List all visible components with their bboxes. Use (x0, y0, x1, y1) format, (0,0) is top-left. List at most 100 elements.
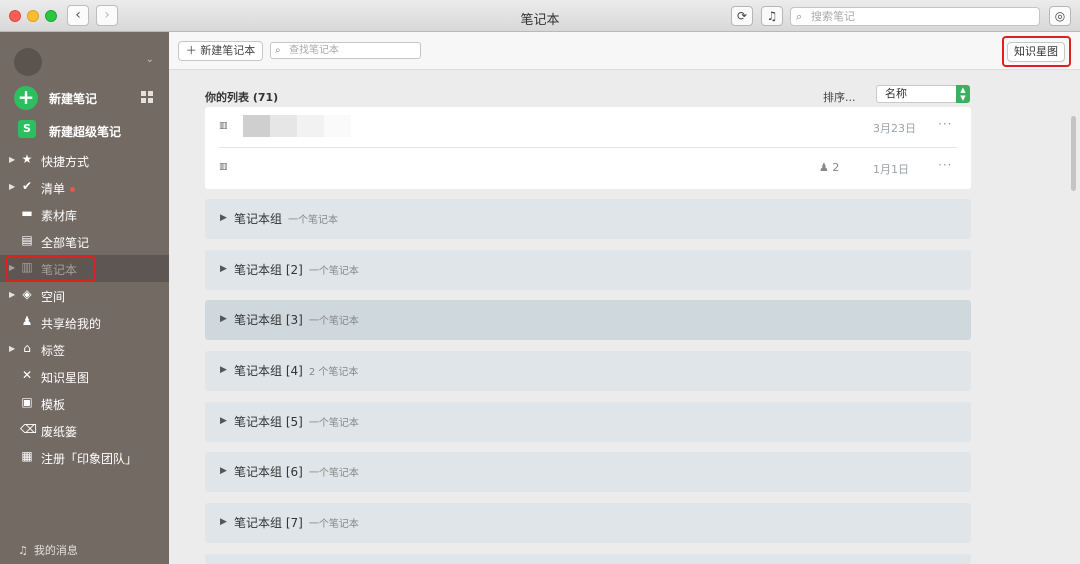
search-notes-input[interactable]: ⌕ 搜索笔记 (790, 7, 1040, 26)
sidebar-item-shortcuts[interactable]: ▶ ★ 快捷方式 (0, 147, 169, 174)
expand-arrow-icon[interactable]: ▶ (220, 213, 227, 223)
chevron-right-icon: › (104, 7, 110, 23)
search-icon: ⌕ (796, 10, 803, 23)
notebook-stack-row[interactable]: ▶ 笔记本组 [4] 2 个笔记本 (205, 351, 971, 391)
blurred-notebook-name (243, 115, 351, 137)
more-options-button[interactable]: ··· (938, 117, 952, 131)
grid-icon[interactable] (141, 91, 153, 103)
super-note-icon: S (18, 120, 36, 138)
stack-name: 笔记本组 [7] (234, 516, 303, 530)
zoom-window-button[interactable] (45, 10, 57, 22)
chevron-down-icon: ⌄ (145, 54, 154, 65)
account-switcher[interactable]: ⌄ (14, 48, 154, 78)
window-title: 笔记本 (520, 13, 560, 28)
notebook-icon: ▥ (219, 121, 228, 131)
sidebar-item-trash[interactable]: ⌫ 废纸篓 (0, 417, 169, 444)
sidebar-item-label: 共享给我的 (41, 317, 102, 331)
stack-count: 一个笔记本 (308, 316, 359, 327)
notebook-date: 3月23日 (873, 122, 916, 135)
sidebar-item-label: 废纸篓 (41, 425, 78, 439)
new-super-note-label: 新建超级笔记 (49, 125, 122, 139)
scrollbar-thumb[interactable] (1071, 116, 1076, 191)
expand-arrow-icon[interactable]: ▶ (9, 290, 15, 299)
bell-icon: ♫ (766, 9, 778, 23)
sidebar-item-label: 全部笔记 (41, 236, 90, 250)
sidebar-item-shared-with-me[interactable]: ♟ 共享给我的 (0, 309, 169, 336)
search-notes-placeholder: 搜索笔记 (811, 10, 855, 23)
notebook-stack-row[interactable]: ▶ 笔记本组 [3] 一个笔记本 (205, 300, 971, 340)
expand-arrow-icon[interactable]: ▶ (220, 314, 227, 324)
notebook-icon: ▥ (219, 162, 228, 172)
sidebar-item-label: 注册「印象团队」 (41, 452, 138, 466)
plus-icon: + (14, 86, 38, 110)
sidebar-item-knowledge-graph[interactable]: ✕ 知识星图 (0, 363, 169, 390)
sidebar-item-tags[interactable]: ▶ ⌂ 标签 (0, 336, 169, 363)
account-button[interactable]: ◎ (1049, 6, 1071, 26)
expand-arrow-icon[interactable]: ▶ (220, 264, 227, 274)
expand-arrow-icon[interactable]: ▶ (9, 344, 15, 353)
expand-arrow-icon[interactable]: ▶ (220, 416, 227, 426)
forward-button[interactable]: › (96, 5, 118, 26)
people-icon: ♟ (819, 161, 829, 174)
sort-label[interactable]: 排序... (823, 89, 856, 105)
notebook-stack-row[interactable] (205, 554, 971, 564)
expand-arrow-icon[interactable]: ▶ (9, 182, 15, 191)
template-icon: ▣ (21, 395, 33, 409)
notebook-stack-row[interactable]: ▶ 笔记本组 [2] 一个笔记本 (205, 250, 971, 290)
check-circle-icon: ✔ (21, 179, 33, 193)
notebook-row[interactable]: ▥ ♟ 2 1月1日 ··· (205, 148, 971, 188)
minimize-window-button[interactable] (27, 10, 39, 22)
bell-icon: ♫ (18, 544, 28, 557)
expand-arrow-icon[interactable]: ▶ (9, 155, 15, 164)
new-note-button[interactable]: + 新建笔记 (14, 86, 159, 110)
stack-name: 笔记本组 [2] (234, 263, 303, 277)
sidebar-item-label: 快捷方式 (41, 155, 90, 169)
notebook-row[interactable]: ▥ 3月23日 ··· (205, 107, 971, 147)
unread-dot (70, 187, 76, 192)
stack-count: 一个笔记本 (308, 519, 359, 530)
sidebar-item-all-notes[interactable]: ▤ 全部笔记 (0, 228, 169, 255)
avatar (14, 48, 42, 76)
expand-arrow-icon[interactable]: ▶ (220, 365, 227, 375)
my-messages-link[interactable]: ♫ 我的消息 (18, 542, 78, 558)
notebook-date: 1月1日 (873, 163, 909, 176)
sidebar-item-label: 素材库 (41, 209, 78, 223)
star-icon: ★ (21, 152, 33, 166)
sidebar-item-spaces[interactable]: ▶ ◈ 空间 (0, 282, 169, 309)
title-bar: ‹ › 笔记本 ⟳ ♫ ⌕ 搜索笔记 ◎ (0, 0, 1080, 32)
notebook-stack-row[interactable]: ▶ 笔记本组 [7] 一个笔记本 (205, 503, 971, 543)
back-button[interactable]: ‹ (67, 5, 89, 26)
stack-name: 笔记本组 [4] (234, 364, 303, 378)
expand-arrow-icon[interactable]: ▶ (220, 517, 227, 527)
find-notebook-placeholder: 查找笔记本 (289, 45, 339, 56)
expand-arrow-icon[interactable]: ▶ (220, 466, 227, 476)
list-header: 你的列表 (71) (205, 91, 279, 104)
stack-count: 一个笔记本 (288, 215, 339, 226)
library-icon: ▬ (21, 206, 33, 220)
sidebar-item-label: 清单 (41, 182, 66, 196)
team-icon: ▦ (21, 449, 33, 463)
notebook-stack-row[interactable]: ▶ 笔记本组 [6] 一个笔记本 (205, 452, 971, 492)
close-window-button[interactable] (9, 10, 21, 22)
sidebar-item-register-team[interactable]: ▦ 注册「印象团队」 (0, 444, 169, 471)
sidebar-item-library[interactable]: ▬ 素材库 (0, 201, 169, 228)
trash-icon: ⌫ (20, 422, 37, 436)
notifications-button[interactable]: ♫ (761, 6, 783, 26)
notebook-list-area: 你的列表 (71) 排序... 名称 ▲ ▼ ▥ 3月23日 ··· ▥ ♟ 2 … (169, 71, 1080, 564)
sync-button[interactable]: ⟳ (731, 6, 753, 26)
people-icon: ♟ (21, 314, 33, 328)
sort-select[interactable]: 名称 ▲ ▼ (876, 85, 970, 103)
graph-icon: ✕ (21, 368, 33, 382)
stack-count: 2 个笔记本 (308, 367, 359, 378)
sort-value: 名称 (885, 87, 907, 100)
new-super-note-button[interactable]: S 新建超级笔记 (14, 120, 159, 144)
sidebar-item-templates[interactable]: ▣ 模板 (0, 390, 169, 417)
more-options-button[interactable]: ··· (938, 158, 952, 172)
find-notebook-input[interactable]: ⌕ 查找笔记本 (270, 42, 421, 59)
sidebar-item-label: 空间 (41, 290, 66, 304)
sidebar-item-checklist[interactable]: ▶ ✔ 清单 (0, 174, 169, 201)
new-note-label: 新建笔记 (49, 92, 98, 106)
new-notebook-button[interactable]: ＋ 新建笔记本 (178, 41, 263, 61)
notebook-stack-row[interactable]: ▶ 笔记本组 [5] 一个笔记本 (205, 402, 971, 442)
notebook-stack-row[interactable]: ▶ 笔记本组 一个笔记本 (205, 199, 971, 239)
